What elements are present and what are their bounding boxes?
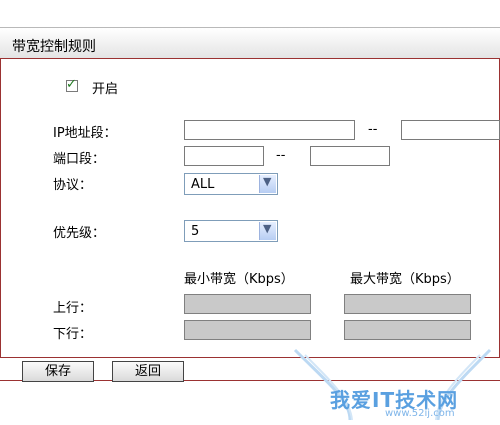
downstream-min-input[interactable] xyxy=(184,320,311,340)
ip-end-input[interactable] xyxy=(401,120,500,140)
ip-range-separator: -- xyxy=(368,122,378,137)
priority-select[interactable]: 5 ▼ xyxy=(184,220,278,242)
port-end-input[interactable] xyxy=(310,146,390,166)
chevron-down-icon: ▼ xyxy=(263,175,272,188)
max-bandwidth-header: 最大带宽（Kbps） xyxy=(350,272,460,287)
panel-title: 带宽控制规则 xyxy=(12,39,96,55)
save-button[interactable]: 保存 xyxy=(22,361,94,382)
checkmark-icon: ✓ xyxy=(66,77,77,92)
protocol-label: 协议： xyxy=(53,178,93,193)
back-button[interactable]: 返回 xyxy=(112,361,184,382)
priority-dropdown-button[interactable]: ▼ xyxy=(259,222,276,240)
watermark-url: www.52ij.com xyxy=(385,408,455,419)
priority-label: 优先级： xyxy=(53,226,106,241)
ip-range-label: IP地址段： xyxy=(53,126,117,141)
enable-label: 开启 xyxy=(92,82,119,97)
ip-start-input[interactable] xyxy=(184,120,355,140)
priority-select-value: 5 xyxy=(191,224,200,239)
panel-header: 带宽控制规则 xyxy=(0,27,500,59)
chevron-down-icon: ▼ xyxy=(263,222,272,235)
upstream-min-input[interactable] xyxy=(184,294,311,314)
enable-checkbox[interactable]: ✓ xyxy=(66,77,78,92)
port-start-input[interactable] xyxy=(184,146,264,166)
downstream-label: 下行： xyxy=(53,327,93,342)
protocol-dropdown-button[interactable]: ▼ xyxy=(259,175,276,193)
downstream-max-input[interactable] xyxy=(344,320,471,340)
port-range-label: 端口段： xyxy=(53,152,106,167)
upstream-max-input[interactable] xyxy=(344,294,471,314)
min-bandwidth-header: 最小带宽（Kbps） xyxy=(184,272,294,287)
protocol-select-value: ALL xyxy=(191,177,215,192)
port-range-separator: -- xyxy=(276,148,286,163)
protocol-select[interactable]: ALL ▼ xyxy=(184,173,278,195)
upstream-label: 上行： xyxy=(53,301,93,316)
